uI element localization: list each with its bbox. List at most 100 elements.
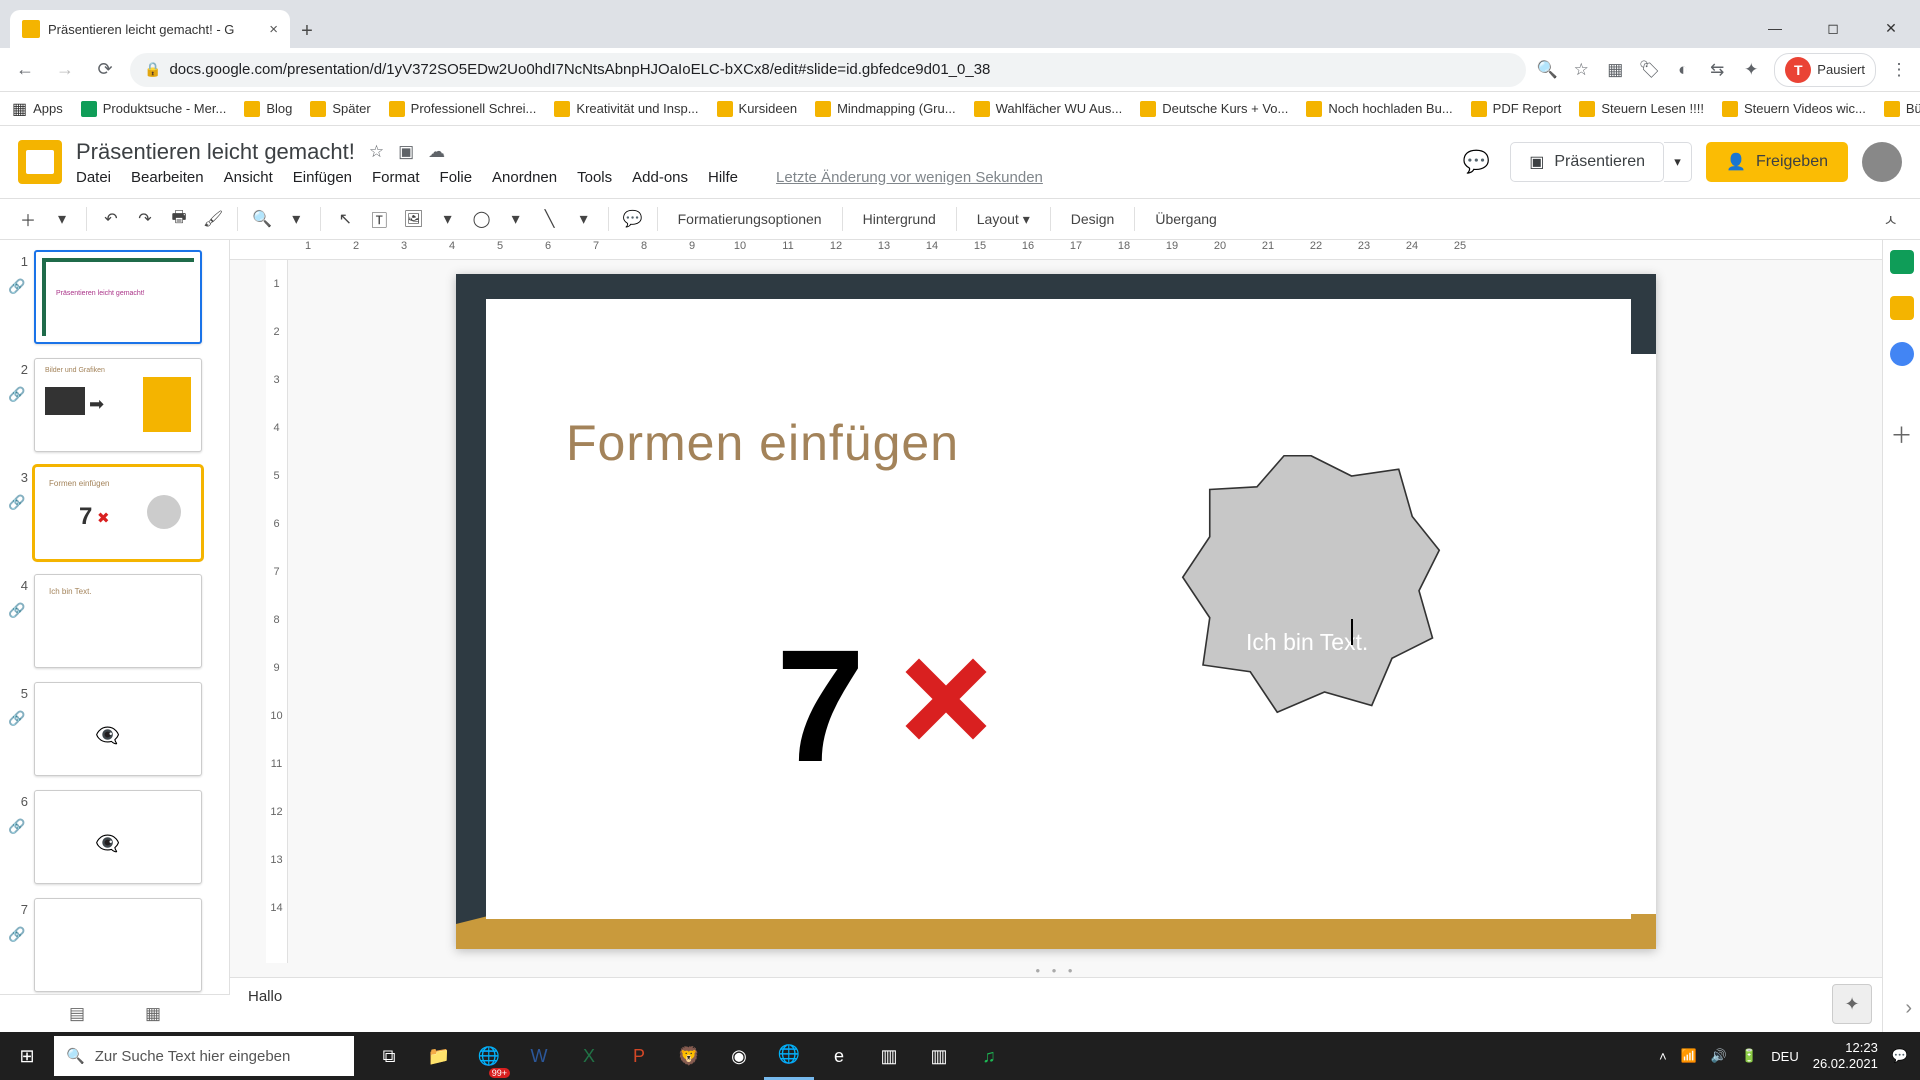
big-number-text[interactable]: 7 xyxy=(776,614,865,798)
textbox-tool[interactable]: 🅃 xyxy=(365,205,393,233)
add-panel-icon[interactable]: ＋ xyxy=(1890,418,1912,450)
select-tool[interactable]: ↖ xyxy=(331,205,359,233)
slide-thumb-7[interactable] xyxy=(34,898,202,992)
shape-tool[interactable]: ◯ xyxy=(468,205,496,233)
menu-addons[interactable]: Add-ons xyxy=(632,169,688,186)
notes-drag-handle[interactable]: • • • xyxy=(230,963,1882,977)
wifi-icon[interactable]: 📶 xyxy=(1681,1048,1697,1064)
bookmark-item[interactable]: Mindmapping (Gru... xyxy=(815,101,956,117)
redo-button[interactable]: ↷ xyxy=(131,205,159,233)
bookmark-item[interactable]: Steuern Videos wic... xyxy=(1722,101,1866,117)
paint-format-button[interactable]: 🖌 xyxy=(199,205,227,233)
bookmark-item[interactable]: Blog xyxy=(244,101,292,117)
brave-icon[interactable]: 🦁 xyxy=(664,1032,714,1080)
close-tab-icon[interactable]: × xyxy=(269,21,278,38)
new-slide-dropdown[interactable]: ▾ xyxy=(48,205,76,233)
explore-button[interactable]: ✦ xyxy=(1832,984,1872,1024)
edge2-icon[interactable]: e xyxy=(814,1032,864,1080)
language-indicator[interactable]: DEU xyxy=(1771,1049,1798,1064)
comment-tool[interactable]: 💬 xyxy=(619,205,647,233)
line-tool[interactable]: ╲ xyxy=(536,205,564,233)
grid-view-icon[interactable]: ▦ xyxy=(145,1004,161,1024)
document-title[interactable]: Präsentieren leicht gemacht! xyxy=(76,139,355,165)
notification-center-icon[interactable]: 💬 xyxy=(1892,1048,1908,1064)
seal-text[interactable]: Ich bin Text. xyxy=(1246,629,1368,656)
keep-panel-icon[interactable] xyxy=(1890,296,1914,320)
bookmark-apps[interactable]: ▦Apps xyxy=(12,99,63,119)
red-x-shape[interactable] xyxy=(901,654,991,744)
side-panel-toggle-icon[interactable]: › xyxy=(1905,997,1912,1020)
menu-tools[interactable]: Tools xyxy=(577,169,612,186)
seal-shape[interactable] xyxy=(1176,449,1446,719)
transition-button[interactable]: Übergang xyxy=(1145,211,1227,227)
collapse-toolbar-icon[interactable]: ㅅ xyxy=(1883,207,1906,231)
word-icon[interactable]: W xyxy=(514,1032,564,1080)
forward-button[interactable]: → xyxy=(50,55,80,85)
slide-thumb-1[interactable]: Präsentieren leicht gemacht! xyxy=(34,250,202,344)
slide-title-text[interactable]: Formen einfügen xyxy=(566,414,959,472)
slide-thumb-3[interactable]: Formen einfügen 7 ✖ xyxy=(34,466,202,560)
speaker-notes[interactable]: Hallo xyxy=(230,977,1882,1032)
bookmark-item[interactable]: Noch hochladen Bu... xyxy=(1306,101,1452,117)
slides-logo-icon[interactable] xyxy=(18,140,62,184)
tray-clock[interactable]: 12:23 26.02.2021 xyxy=(1813,1040,1878,1071)
close-window-button[interactable]: ✕ xyxy=(1862,8,1920,48)
price-tag-icon[interactable]: 🏷 xyxy=(1638,59,1660,81)
zoom-button[interactable]: 🔍 xyxy=(248,205,276,233)
bookmark-item[interactable]: Professionell Schrei... xyxy=(389,101,537,117)
minimize-window-button[interactable]: — xyxy=(1746,8,1804,48)
print-button[interactable]: 🖶 xyxy=(165,205,193,233)
chrome-menu-icon[interactable]: ⋮ xyxy=(1888,59,1910,81)
tasks-panel-icon[interactable] xyxy=(1890,342,1914,366)
menu-bearbeiten[interactable]: Bearbeiten xyxy=(131,169,204,186)
bookmark-item[interactable]: Produktsuche - Mer... xyxy=(81,101,227,117)
menu-hilfe[interactable]: Hilfe xyxy=(708,169,738,186)
menu-ansicht[interactable]: Ansicht xyxy=(224,169,273,186)
volume-icon[interactable]: 🔊 xyxy=(1711,1048,1727,1064)
explorer-icon[interactable]: 📁 xyxy=(414,1032,464,1080)
format-options-button[interactable]: Formatierungsoptionen xyxy=(668,211,832,227)
spotify-icon[interactable]: ♫ xyxy=(964,1032,1014,1080)
slide-thumb-6[interactable]: 👁‍🗨 xyxy=(34,790,202,884)
filmstrip-view-icon[interactable]: ▤ xyxy=(69,1004,85,1024)
move-doc-icon[interactable]: ▣ xyxy=(398,142,414,162)
slide-canvas[interactable]: Formen einfügen 7 Ich bin Text. xyxy=(456,274,1656,949)
star-icon[interactable]: ☆ xyxy=(1570,59,1592,81)
bookmark-item[interactable]: PDF Report xyxy=(1471,101,1562,117)
start-button[interactable]: ⊞ xyxy=(0,1032,54,1080)
chrome-icon[interactable]: 🌐 xyxy=(764,1032,814,1080)
incognito-icon[interactable]: ◐ xyxy=(1672,59,1694,81)
task-view-icon[interactable]: ⧉ xyxy=(364,1032,414,1080)
bookmark-item[interactable]: Steuern Lesen !!!! xyxy=(1579,101,1704,117)
calendar-panel-icon[interactable] xyxy=(1890,250,1914,274)
obs-icon[interactable]: ◉ xyxy=(714,1032,764,1080)
design-button[interactable]: Design xyxy=(1061,211,1125,227)
browser-tab[interactable]: Präsentieren leicht gemacht! - G × xyxy=(10,10,290,48)
menu-datei[interactable]: Datei xyxy=(76,169,111,186)
back-button[interactable]: ← xyxy=(10,55,40,85)
battery-icon[interactable]: 🔋 xyxy=(1741,1048,1757,1064)
last-edit-info[interactable]: Letzte Änderung vor wenigen Sekunden xyxy=(776,169,1043,186)
menu-format[interactable]: Format xyxy=(372,169,420,186)
zoom-dropdown[interactable]: ▾ xyxy=(282,205,310,233)
bookmark-item[interactable]: Wahlfächer WU Aus... xyxy=(974,101,1123,117)
new-slide-button[interactable]: ＋ xyxy=(14,205,42,233)
extensions-icon[interactable]: ✦ xyxy=(1740,59,1762,81)
reload-button[interactable]: ⟳ xyxy=(90,55,120,85)
taskbar-search[interactable]: 🔍 Zur Suche Text hier eingeben xyxy=(54,1036,354,1076)
sync-icon[interactable]: ⇆ xyxy=(1706,59,1728,81)
comments-icon[interactable]: 💬 xyxy=(1456,142,1496,182)
new-tab-button[interactable]: + xyxy=(290,14,324,48)
menu-einfuegen[interactable]: Einfügen xyxy=(293,169,352,186)
background-button[interactable]: Hintergrund xyxy=(853,211,946,227)
share-button[interactable]: 👤 Freigeben xyxy=(1706,142,1848,182)
bookmark-item[interactable]: Später xyxy=(310,101,370,117)
image-dropdown[interactable]: ▾ xyxy=(434,205,462,233)
powerpoint-icon[interactable]: P xyxy=(614,1032,664,1080)
bookmark-item[interactable]: Deutsche Kurs + Vo... xyxy=(1140,101,1288,117)
line-dropdown[interactable]: ▾ xyxy=(570,205,598,233)
present-button[interactable]: ▣ Präsentieren xyxy=(1510,142,1664,182)
shape-dropdown[interactable]: ▾ xyxy=(502,205,530,233)
user-avatar[interactable] xyxy=(1862,142,1902,182)
star-doc-icon[interactable]: ☆ xyxy=(369,142,384,162)
